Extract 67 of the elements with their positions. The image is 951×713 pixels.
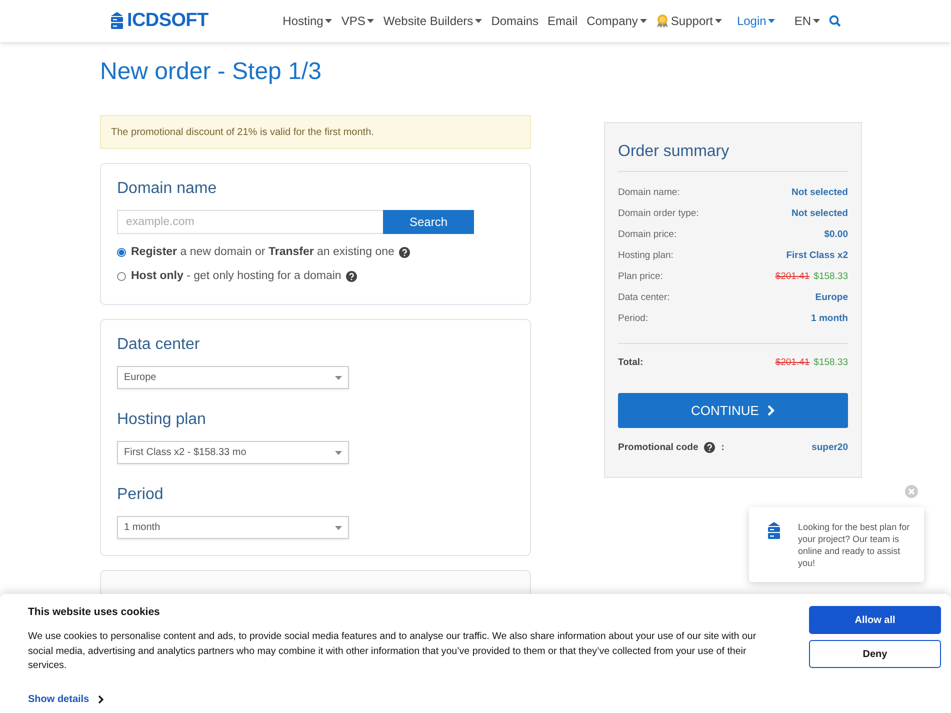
summary-value: Not selected [792, 187, 848, 198]
nav-link[interactable]: EN [794, 14, 820, 28]
summary-label: Data center: [618, 292, 670, 303]
chat-message: Looking for the best plan for your project? Our team is online and ready to assist you! [798, 521, 911, 570]
nav-link[interactable]: Support [656, 14, 722, 28]
summary-value: $0.00 [824, 229, 848, 240]
chat-popup[interactable]: Looking for the best plan for your project? Our team is online and ready to assist you! [749, 507, 924, 582]
nav-link[interactable]: Login [736, 14, 776, 28]
dropdown-select[interactable]: 1 month [117, 516, 349, 539]
summary-value: 1 month [811, 313, 848, 324]
section-heading: Period [117, 486, 164, 504]
caret-icon [335, 450, 342, 454]
cookie-text: We use cookies to personalise content and ads, to provide social media features and to analyse our traffic. We also share information about your use of our site with our social media, advertising and analytics partners who may combine it with other information that you’ve provided to them or that they’ve collected from your use of their services. [28, 630, 758, 673]
summary-label: Hosting plan: [618, 250, 674, 261]
promo-code-link[interactable]: super20 [812, 442, 848, 453]
promo-label: Promotional code [618, 442, 698, 453]
nav-link[interactable]: Hosting [282, 14, 332, 28]
option-label[interactable]: Register a new domain or Transfer an existing one [131, 246, 394, 258]
nav-link[interactable]: Company [586, 14, 647, 28]
section-heading: Hosting plan [117, 411, 207, 429]
radio-button[interactable] [117, 248, 126, 256]
domain-input[interactable]: example.com [117, 210, 383, 234]
section-heading: Domain name [117, 180, 218, 198]
page-title: New order - Step 1/3 [100, 58, 322, 87]
chevron-right-icon [766, 405, 775, 416]
cookie-title: This website uses cookies [28, 606, 161, 618]
old-price: $201.41 [775, 357, 810, 368]
summary-value: First Class x2 [786, 250, 848, 261]
summary-label: Domain order type: [618, 208, 699, 219]
summary-value: Europe [815, 292, 848, 303]
continue-button[interactable]: CONTINUE [618, 393, 848, 428]
discounted-price: $158.33 [814, 357, 848, 368]
nav-link[interactable]: Website Builders [383, 14, 482, 28]
radio-button[interactable] [117, 272, 126, 280]
search-button[interactable]: Search [383, 210, 474, 234]
search-icon[interactable] [829, 15, 841, 27]
summary-label: Plan price: [618, 271, 663, 282]
dropdown-select[interactable]: Europe [117, 366, 349, 389]
cookie-button[interactable]: Deny [809, 640, 941, 668]
summary-value: Not selected [792, 208, 848, 219]
option-label[interactable]: Host only - get only hosting for a domain [131, 270, 342, 282]
discounted-price: $158.33 [814, 271, 848, 282]
summary-label: Domain price: [618, 229, 677, 240]
summary-label: Period: [618, 313, 648, 324]
old-price: $201.41 [775, 271, 810, 282]
section-heading: Data center [117, 336, 201, 354]
summary-label: Domain name: [618, 187, 680, 198]
nav-link[interactable]: VPS [341, 14, 374, 28]
show-details-link[interactable]: Show details [28, 694, 781, 704]
chevron-right-icon [98, 694, 104, 704]
medal-icon [656, 14, 669, 28]
nav-link[interactable]: Domains [491, 14, 539, 28]
nav-link[interactable]: Email [548, 14, 578, 28]
logo-icon[interactable] [110, 12, 124, 30]
help-icon[interactable] [346, 270, 358, 282]
total-label: Total: [618, 357, 644, 368]
summary-title: Order summary [618, 143, 848, 172]
cookie-button[interactable]: Allow all [809, 606, 941, 634]
caret-icon [335, 526, 342, 530]
promo-notice: The promotional discount of 21% is valid for the first month. [100, 115, 531, 149]
logo[interactable]: ICDSOFT [127, 10, 208, 32]
dropdown-select[interactable]: First Class x2 - $158.33 mo [117, 441, 349, 464]
promo-separator: : [721, 442, 724, 453]
help-icon[interactable] [704, 442, 716, 453]
caret-icon [335, 376, 342, 380]
server-icon [767, 521, 781, 541]
help-icon[interactable] [399, 246, 410, 258]
